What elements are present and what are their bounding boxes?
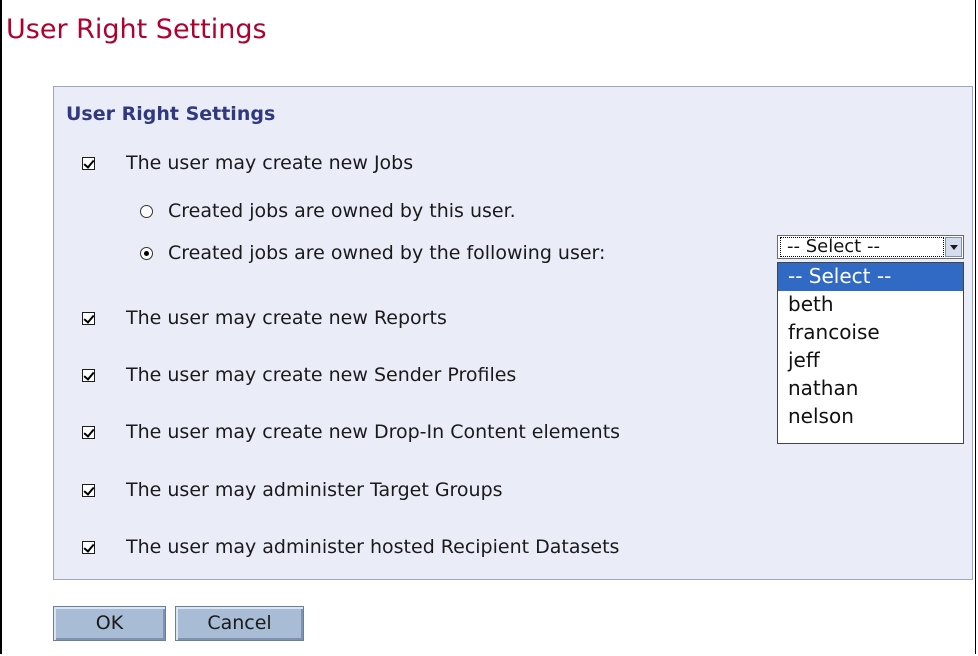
create-dropin-content-checkbox[interactable] — [82, 425, 95, 439]
owner-self-row: Created jobs are owned by this user. — [140, 200, 516, 222]
dropdown-option[interactable]: beth — [778, 291, 963, 319]
cancel-button[interactable]: Cancel — [175, 606, 304, 641]
permission-row: The user may administer hosted Recipient… — [82, 536, 619, 558]
owner-other-label: Created jobs are owned by the following … — [168, 242, 606, 264]
permission-label: The user may create new Sender Profiles — [126, 364, 517, 386]
dropdown-option[interactable]: -- Select -- — [778, 263, 963, 291]
chevron-down-icon[interactable] — [945, 237, 962, 257]
create-sender-profiles-checkbox[interactable] — [82, 368, 95, 382]
create-jobs-row: The user may create new Jobs — [82, 152, 413, 174]
owner-self-label: Created jobs are owned by this user. — [168, 200, 516, 222]
dropdown-option[interactable]: nathan — [778, 375, 963, 403]
administer-recipient-datasets-checkbox[interactable] — [82, 540, 95, 554]
permission-label: The user may create new Reports — [126, 307, 447, 329]
permission-row: The user may create new Reports — [82, 307, 447, 329]
permission-row: The user may create new Sender Profiles — [82, 364, 516, 386]
owner-other-radio[interactable] — [140, 246, 153, 260]
page-title: User Right Settings — [6, 14, 267, 45]
permission-label: The user may administer Target Groups — [126, 479, 503, 501]
panel-title: User Right Settings — [66, 103, 276, 125]
owner-self-radio[interactable] — [140, 204, 153, 218]
dropdown-option[interactable]: francoise — [778, 319, 963, 347]
permission-label: The user may create new Drop-In Content … — [126, 421, 621, 443]
permission-label: The user may administer hosted Recipient… — [126, 536, 620, 558]
owner-select-value: -- Select -- — [780, 237, 944, 257]
administer-target-groups-checkbox[interactable] — [82, 483, 95, 497]
permission-row: The user may create new Drop-In Content … — [82, 421, 620, 443]
create-jobs-label: The user may create new Jobs — [126, 152, 414, 174]
create-reports-checkbox[interactable] — [82, 311, 95, 325]
user-rights-panel: User Right Settings The user may create … — [53, 86, 973, 580]
owner-other-row: Created jobs are owned by the following … — [140, 242, 605, 264]
dropdown-option[interactable]: nelson — [778, 403, 963, 431]
owner-dropdown-list: -- Select -- beth francoise jeff nathan … — [777, 262, 964, 444]
ok-button[interactable]: OK — [53, 606, 166, 641]
permission-row: The user may administer Target Groups — [82, 479, 503, 501]
dropdown-option[interactable]: jeff — [778, 347, 963, 375]
owner-select[interactable]: -- Select -- — [777, 235, 964, 259]
create-jobs-checkbox[interactable] — [82, 156, 95, 170]
